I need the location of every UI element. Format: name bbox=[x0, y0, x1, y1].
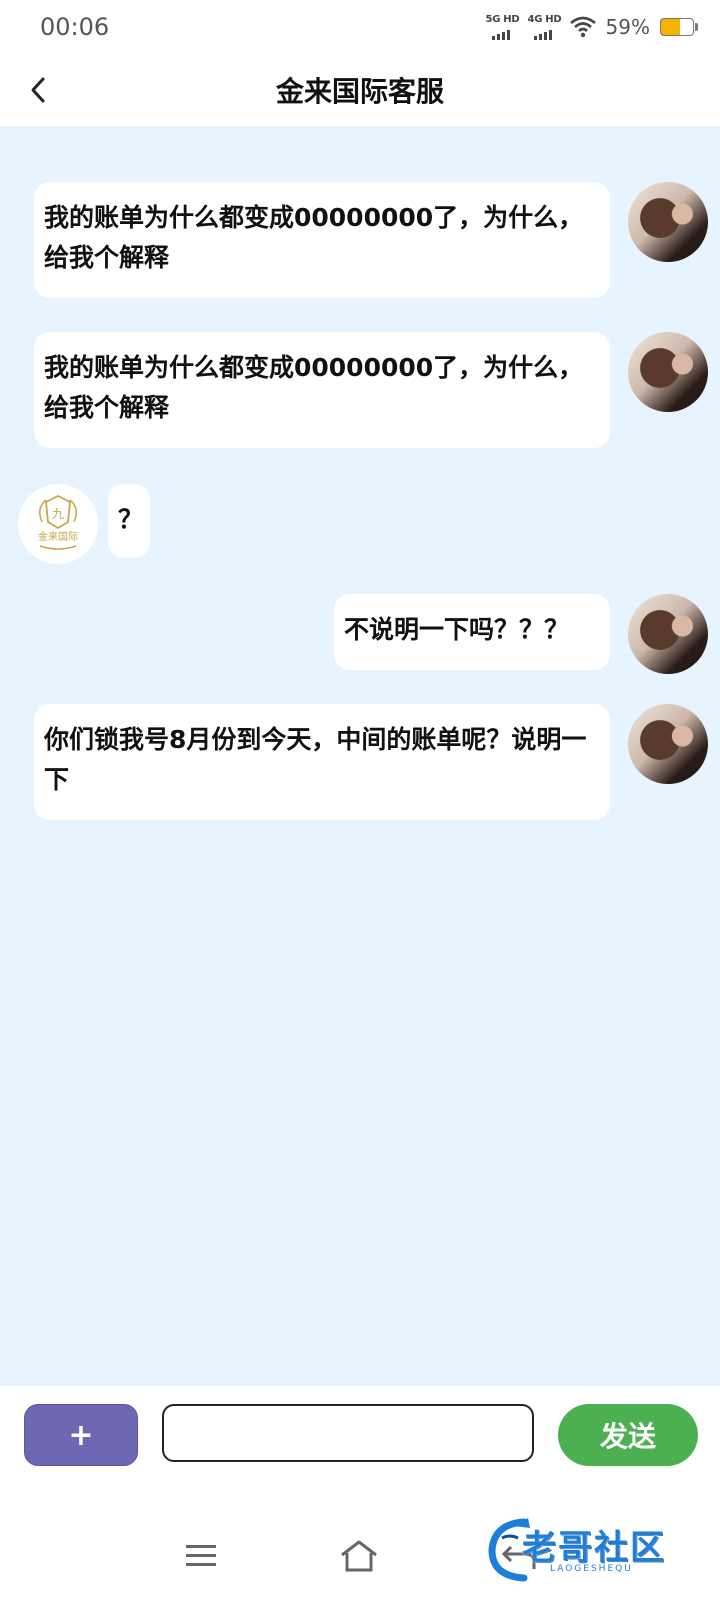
chat-area[interactable]: 我的账单为什么都变成00000000了，为什么，给我个解释 我的账单为什么都变成… bbox=[0, 126, 720, 1386]
agent-avatar[interactable]: 九 金来国际 bbox=[18, 484, 98, 564]
home-nav-button[interactable] bbox=[334, 1536, 384, 1576]
attach-button[interactable]: + bbox=[24, 1404, 138, 1466]
battery-icon bbox=[660, 18, 698, 36]
page-title: 金来国际客服 bbox=[275, 75, 444, 108]
send-button[interactable]: 发送 bbox=[558, 1404, 698, 1466]
status-time: 00:06 bbox=[40, 13, 110, 41]
user-avatar[interactable] bbox=[628, 704, 708, 784]
watermark-subtext: LAOGESHEQU bbox=[550, 1564, 633, 1574]
header: 金来国际客服 bbox=[0, 56, 720, 126]
status-icons: 5G HD 4G HD 59% bbox=[486, 14, 698, 40]
svg-text:金来国际: 金来国际 bbox=[38, 530, 78, 543]
svg-text:九: 九 bbox=[52, 507, 64, 521]
message-bubble: 我的账单为什么都变成00000000了，为什么，给我个解释 bbox=[34, 182, 610, 298]
user-avatar[interactable] bbox=[628, 332, 708, 412]
agent-logo-icon: 九 金来国际 bbox=[24, 490, 92, 558]
message-bubble: 我的账单为什么都变成00000000了，为什么，给我个解释 bbox=[34, 332, 610, 448]
wifi-icon bbox=[569, 16, 596, 38]
message-input[interactable] bbox=[162, 1404, 534, 1462]
status-bar: 00:06 5G HD 4G HD 59% bbox=[0, 0, 720, 56]
battery-percent: 59% bbox=[605, 15, 650, 39]
watermark: 老哥社区 LAOGESHEQU bbox=[484, 1516, 714, 1586]
message-bubble: 你们锁我号8月份到今天，中间的账单呢？说明一下 bbox=[34, 704, 610, 820]
input-bar: + 发送 bbox=[0, 1386, 720, 1486]
home-icon bbox=[341, 1540, 377, 1572]
user-avatar[interactable] bbox=[628, 182, 708, 262]
signal-5g-icon: 5G HD bbox=[486, 14, 520, 40]
message-bubble: ？ bbox=[108, 484, 150, 558]
menu-icon bbox=[186, 1545, 216, 1566]
message-bubble: 不说明一下吗？？？ bbox=[334, 594, 610, 670]
user-avatar[interactable] bbox=[628, 594, 708, 674]
watermark-text: 老哥社区 bbox=[522, 1528, 666, 1568]
menu-nav-button[interactable] bbox=[176, 1536, 226, 1576]
signal-4g-icon: 4G HD bbox=[528, 14, 562, 40]
